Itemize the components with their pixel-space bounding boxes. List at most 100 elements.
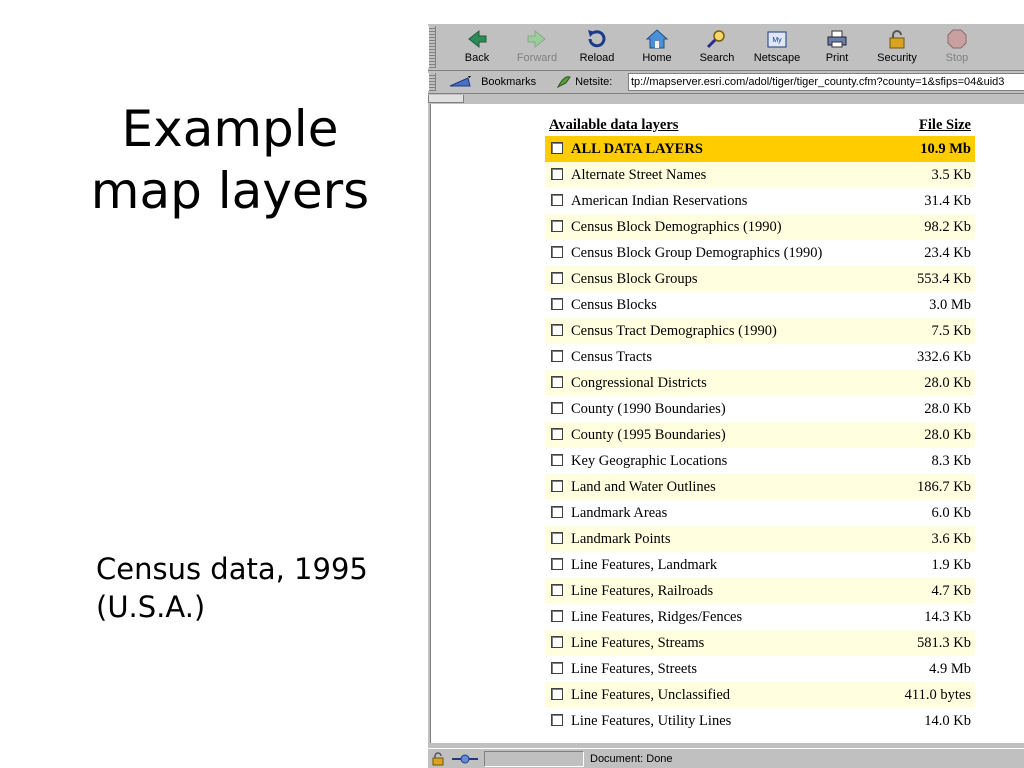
url-input[interactable]: tp://mapserver.esri.com/adol/tiger/tiger…: [628, 73, 1024, 91]
layer-name: Line Features, Unclassified: [571, 686, 731, 703]
layer-name: ALL DATA LAYERS: [571, 140, 703, 157]
layer-row: Line Features, Utility Lines 14.0 Kb: [545, 708, 975, 734]
layer-row: Alternate Street Names 3.5 Kb: [545, 162, 975, 188]
layer-size: 4.9 Mb: [929, 660, 971, 677]
layer-checkbox[interactable]: [551, 479, 563, 492]
slide-title: Example map layers: [40, 98, 420, 222]
layer-size: 3.6 Kb: [885, 526, 975, 552]
layer-name: Line Features, Railroads: [571, 582, 714, 599]
layer-name: Landmark Areas: [571, 504, 668, 521]
page-content: Available data layers File Size ALL DATA…: [430, 104, 1024, 743]
layer-size: 23.4 Kb: [924, 244, 971, 261]
layer-name-cell: Census Blocks: [545, 292, 885, 318]
back-button[interactable]: Back: [450, 26, 504, 68]
layer-name-cell: American Indian Reservations: [545, 188, 885, 214]
forward-button[interactable]: Forward: [510, 26, 564, 68]
layer-checkbox[interactable]: [551, 531, 563, 544]
stop-button[interactable]: Stop: [930, 26, 984, 68]
search-label: Search: [699, 52, 735, 64]
layer-row: Landmark Points 3.6 Kb: [545, 526, 975, 552]
bookmarks-menu[interactable]: Bookmarks: [448, 73, 536, 91]
layer-name-cell: Landmark Areas: [545, 500, 885, 526]
layer-name-cell: Line Features, Unclassified: [545, 682, 886, 708]
print-button[interactable]: Print: [810, 26, 864, 68]
layer-checkbox[interactable]: [551, 661, 563, 674]
layer-row: Line Features, Streams 581.3 Kb: [545, 630, 975, 656]
layer-checkbox[interactable]: [551, 453, 563, 466]
layer-name: Census Block Group Demographics (1990): [571, 244, 823, 261]
layer-row: Census Block Demographics (1990) 98.2 Kb: [545, 214, 975, 240]
browser-window: Back Forward Reload Home Search My Netsc…: [428, 24, 1024, 768]
header-available-layers: Available data layers: [549, 116, 679, 133]
layer-checkbox[interactable]: [551, 245, 563, 258]
slide-title-line1: Example: [121, 100, 339, 158]
security-button[interactable]: Security: [870, 26, 924, 68]
layer-size: 8.3 Kb: [931, 452, 971, 469]
layer-row: Line Features, Unclassified 411.0 bytes: [545, 682, 975, 708]
layer-name: Line Features, Utility Lines: [571, 712, 732, 729]
back-label: Back: [464, 52, 490, 64]
slide-caption: Census data, 1995 (U.S.A.): [96, 550, 368, 626]
status-bar: Document: Done: [428, 748, 1024, 768]
layer-name-cell: Census Block Groups: [545, 266, 886, 292]
printer-icon: [827, 30, 847, 48]
layer-name: Alternate Street Names: [571, 166, 707, 183]
layer-name-cell: Land and Water Outlines: [545, 474, 886, 500]
layer-checkbox[interactable]: [551, 193, 563, 206]
location-grip[interactable]: [428, 73, 436, 91]
layer-name: Line Features, Streams: [571, 634, 705, 651]
layer-size: 3.0 Mb: [929, 296, 971, 313]
layer-checkbox[interactable]: [551, 323, 563, 336]
caption-line2: (U.S.A.): [96, 590, 206, 624]
bookmarks-label: Bookmarks: [481, 76, 537, 88]
layer-name-cell: Landmark Points: [545, 526, 886, 552]
layer-name: Key Geographic Locations: [571, 452, 728, 469]
layer-checkbox[interactable]: [551, 141, 563, 154]
my-netscape-icon: My: [767, 31, 787, 48]
layer-name: Line Features, Streets: [571, 660, 698, 677]
layer-name: Census Block Groups: [571, 270, 698, 287]
layer-name: Line Features, Ridges/Fences: [571, 608, 743, 625]
layer-checkbox[interactable]: [551, 167, 563, 180]
search-icon: [706, 30, 725, 49]
layer-row: County (1990 Boundaries) 28.0 Kb: [545, 396, 975, 422]
layer-checkbox[interactable]: [551, 401, 563, 414]
toolbar-grip[interactable]: [428, 26, 436, 68]
layer-checkbox[interactable]: [551, 505, 563, 518]
print-label: Print: [825, 52, 849, 64]
layer-size: 1.9 Kb: [931, 556, 971, 573]
layer-name-cell: Census Tracts: [545, 344, 885, 370]
home-label: Home: [642, 52, 672, 64]
layer-checkbox[interactable]: [551, 271, 563, 284]
forward-arrow-icon: [527, 29, 546, 49]
layer-checkbox[interactable]: [551, 375, 563, 388]
bookmarks-icon: [449, 76, 471, 87]
netscape-button[interactable]: My Netscape: [750, 26, 804, 68]
table-header-row: Available data layers File Size: [545, 116, 975, 136]
layer-row: Line Features, Railroads 4.7 Kb: [545, 578, 975, 604]
layer-checkbox[interactable]: [551, 349, 563, 362]
layer-checkbox[interactable]: [551, 713, 563, 726]
layer-checkbox[interactable]: [551, 297, 563, 310]
layer-name: Landmark Points: [571, 530, 671, 547]
progress-bar: [484, 751, 584, 767]
layer-checkbox[interactable]: [551, 427, 563, 440]
layer-name-cell: ALL DATA LAYERS: [545, 136, 886, 162]
layer-checkbox[interactable]: [551, 635, 563, 648]
layer-checkbox[interactable]: [551, 609, 563, 622]
location-icon[interactable]: [556, 75, 572, 89]
layer-checkbox[interactable]: [551, 687, 563, 700]
security-lock-status-icon[interactable]: [430, 751, 448, 767]
layer-checkbox[interactable]: [551, 557, 563, 570]
layer-size: 28.0 Kb: [885, 370, 975, 396]
layer-size: 28.0 Kb: [924, 400, 971, 417]
layer-checkbox[interactable]: [551, 219, 563, 232]
toolbar-tab-handle[interactable]: [428, 95, 464, 103]
layer-name-cell: Key Geographic Locations: [545, 448, 885, 474]
layer-name: Land and Water Outlines: [571, 478, 716, 495]
search-button[interactable]: Search: [690, 26, 744, 68]
reload-icon: [588, 30, 606, 48]
layer-checkbox[interactable]: [551, 583, 563, 596]
reload-button[interactable]: Reload: [570, 26, 624, 68]
home-button[interactable]: Home: [630, 26, 684, 68]
